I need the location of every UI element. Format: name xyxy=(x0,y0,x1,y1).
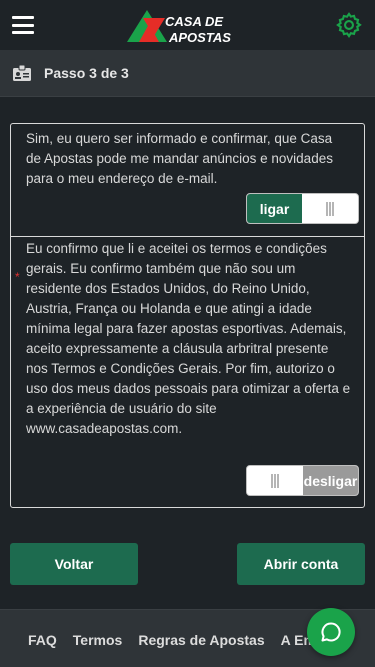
marketing-consent-toggle[interactable]: ligar xyxy=(246,193,359,224)
step-indicator-bar: Passo 3 de 3 xyxy=(0,50,375,97)
open-account-button[interactable]: Abrir conta xyxy=(237,543,365,585)
gear-icon[interactable] xyxy=(335,11,363,39)
logo-text-line2: APOSTAS xyxy=(168,30,231,45)
toggle-off-label: desligar xyxy=(302,466,358,495)
toggle-on-label: ligar xyxy=(247,194,303,223)
footer-links: FAQ Termos Regras de Apostas A Emp xyxy=(28,632,324,648)
top-header: CASA DE APOSTAS xyxy=(0,0,375,50)
toggle-handle xyxy=(302,194,358,223)
terms-consent-text: Eu confirmo que li e aceitei os termos e… xyxy=(26,241,351,436)
grip-icon xyxy=(270,473,279,488)
chat-button[interactable] xyxy=(307,608,355,656)
grip-icon xyxy=(326,201,334,216)
required-marker: * xyxy=(15,270,20,284)
logo-text-line1: CASA DE xyxy=(165,14,223,29)
chat-bubble-icon xyxy=(321,622,341,642)
consent-panel: Sim, eu quero ser informado e confirmar,… xyxy=(10,123,365,508)
id-card-icon xyxy=(13,64,31,81)
footer-link-faq[interactable]: FAQ xyxy=(28,632,57,648)
terms-consent-toggle[interactable]: desligar xyxy=(246,465,359,496)
footer-link-termos[interactable]: Termos xyxy=(73,632,123,648)
toggle-handle xyxy=(247,466,303,495)
back-button[interactable]: Voltar xyxy=(10,543,138,585)
section-divider xyxy=(11,236,364,237)
footer-link-regras[interactable]: Regras de Apostas xyxy=(138,632,264,648)
marketing-consent-text: Sim, eu quero ser informado e confirmar,… xyxy=(26,131,333,186)
casa-de-apostas-logo[interactable]: CASA DE APOSTAS xyxy=(125,6,238,46)
menu-icon[interactable] xyxy=(12,16,34,34)
step-label: Passo 3 de 3 xyxy=(44,65,129,81)
